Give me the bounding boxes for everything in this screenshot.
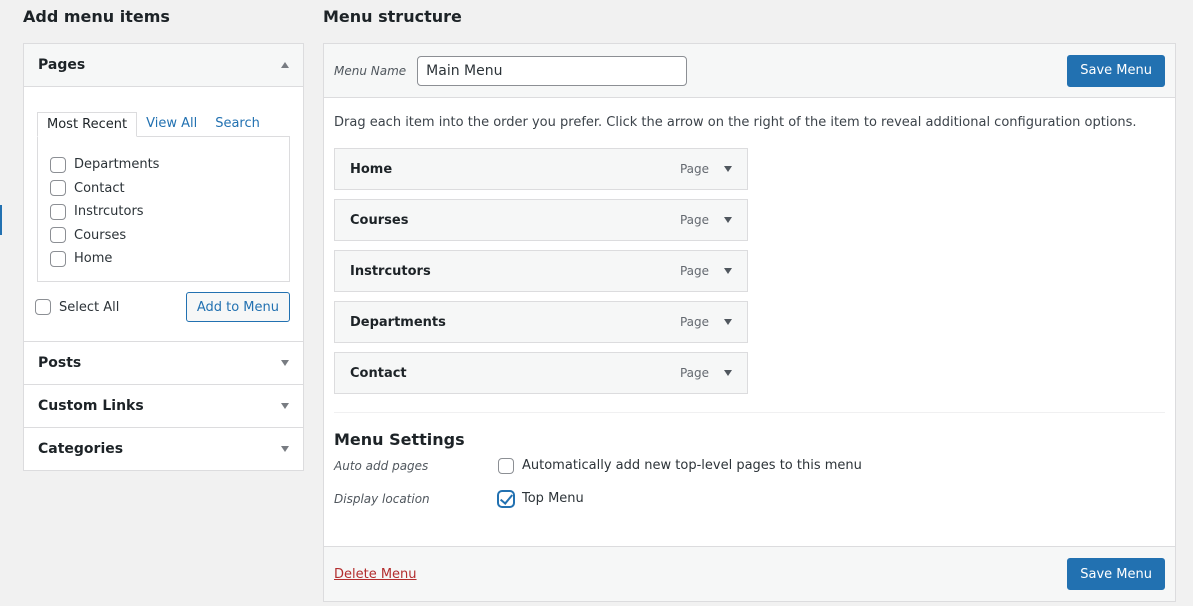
posts-section: Posts: [24, 342, 303, 385]
settings-divider: [334, 412, 1165, 413]
add-to-menu-button[interactable]: Add to Menu: [185, 292, 290, 322]
auto-add-text: Automatically add new top-level pages to…: [522, 458, 862, 473]
menu-item-controls: Page: [680, 264, 732, 278]
display-location-label: Display location: [334, 491, 430, 506]
menu-edit-box: Menu Name Save Menu Drag each item into …: [323, 43, 1176, 602]
menu-item-instructors[interactable]: Instrcutors Page: [334, 250, 748, 292]
custom-links-section-header[interactable]: Custom Links: [24, 385, 303, 427]
expand-arrow-icon[interactable]: [724, 166, 732, 172]
menu-footer: Delete Menu Save Menu: [324, 546, 1175, 601]
menu-settings-title: Menu Settings: [334, 430, 465, 449]
menu-item-controls: Page: [680, 162, 732, 176]
expand-arrow-icon[interactable]: [281, 360, 289, 366]
auto-add-label: Auto add pages: [334, 458, 429, 473]
add-menu-items-title: Add menu items: [23, 7, 170, 26]
menu-item-title: Courses: [350, 212, 409, 228]
page-option-departments[interactable]: Departments: [50, 153, 277, 177]
expand-arrow-icon[interactable]: [281, 446, 289, 452]
menu-name-label: Menu Name: [334, 63, 407, 78]
categories-section-header[interactable]: Categories: [24, 428, 303, 470]
menu-items-list: Home Page Courses Page Instrcutors Page …: [334, 148, 1165, 394]
page-option-label: Departments: [74, 157, 160, 173]
menu-item-type: Page: [679, 213, 709, 227]
tab-view-all[interactable]: View All: [137, 112, 206, 137]
menu-name-input[interactable]: [417, 55, 688, 86]
pages-section-body: Most Recent View All Search Departments …: [24, 87, 303, 341]
menu-item-title: Departments: [350, 314, 446, 330]
page-checkbox[interactable]: [50, 180, 66, 197]
menu-item-controls: Page: [680, 315, 732, 329]
tab-most-recent[interactable]: Most Recent: [37, 112, 138, 137]
page-option-label: Instrcutors: [74, 204, 144, 220]
menu-item-type: Page: [679, 264, 709, 278]
save-menu-button-top[interactable]: Save Menu: [1067, 54, 1165, 87]
custom-links-section: Custom Links: [24, 385, 303, 428]
select-all[interactable]: Select All: [35, 299, 119, 315]
page-option-label: Contact: [74, 180, 125, 196]
save-menu-button-bottom[interactable]: Save Menu: [1067, 558, 1165, 590]
page-checkbox[interactable]: [50, 227, 66, 244]
menu-item-controls: Page: [680, 366, 732, 380]
menu-item-departments[interactable]: Departments Page: [334, 301, 748, 343]
menu-item-courses[interactable]: Courses Page: [334, 199, 748, 241]
menu-item-home[interactable]: Home Page: [334, 148, 748, 190]
pages-tabs: Most Recent View All Search: [37, 112, 290, 137]
delete-menu-link[interactable]: Delete Menu: [334, 567, 417, 582]
admin-sidebar-edge: [0, 205, 2, 235]
page-option-instructors[interactable]: Instrcutors: [50, 200, 277, 224]
menu-item-contact[interactable]: Contact Page: [334, 352, 748, 394]
categories-section-label: Categories: [38, 441, 124, 457]
pages-actions: Select All Add to Menu: [35, 292, 290, 322]
drag-instructions: Drag each item into the order you prefer…: [334, 115, 1137, 130]
posts-section-label: Posts: [38, 355, 82, 371]
tab-search[interactable]: Search: [206, 112, 269, 137]
page-checkbox[interactable]: [50, 250, 66, 267]
menu-item-type: Page: [679, 315, 709, 329]
posts-section-header[interactable]: Posts: [24, 342, 303, 384]
collapse-arrow-icon[interactable]: [281, 62, 289, 68]
page-option-label: Home: [74, 251, 113, 267]
select-all-checkbox[interactable]: [35, 299, 51, 315]
menu-item-title: Instrcutors: [350, 263, 431, 279]
menu-item-title: Home: [350, 161, 393, 177]
top-menu-option[interactable]: Top Menu: [498, 490, 584, 507]
expand-arrow-icon[interactable]: [724, 268, 732, 274]
categories-section: Categories: [24, 428, 303, 470]
page-option-label: Courses: [74, 227, 127, 243]
page-option-courses[interactable]: Courses: [50, 224, 277, 248]
page-checkbox[interactable]: [50, 203, 66, 220]
auto-add-checkbox[interactable]: [498, 457, 514, 474]
select-all-label: Select All: [59, 299, 120, 315]
menu-item-controls: Page: [680, 213, 732, 227]
page-option-contact[interactable]: Contact: [50, 177, 277, 201]
auto-add-setting: Auto add pages Automatically add new top…: [334, 449, 1165, 482]
page-option-home[interactable]: Home: [50, 247, 277, 271]
menu-body: Drag each item into the order you prefer…: [324, 115, 1175, 515]
menu-items-accordion: Pages Most Recent View All Search Depart…: [23, 43, 304, 471]
pages-list-panel: Departments Contact Instrcutors Courses: [37, 136, 290, 282]
pages-section: Pages Most Recent View All Search Depart…: [24, 44, 303, 342]
menu-header: Menu Name Save Menu: [324, 44, 1175, 98]
custom-links-section-label: Custom Links: [38, 398, 144, 414]
expand-arrow-icon[interactable]: [281, 403, 289, 409]
expand-arrow-icon[interactable]: [724, 319, 732, 325]
menu-item-title: Contact: [350, 365, 407, 381]
pages-section-label: Pages: [38, 57, 86, 73]
display-location-setting: Display location Top Menu: [334, 482, 1165, 515]
expand-arrow-icon[interactable]: [724, 370, 732, 376]
menu-item-type: Page: [679, 366, 709, 380]
expand-arrow-icon[interactable]: [724, 217, 732, 223]
pages-section-header[interactable]: Pages: [24, 44, 303, 87]
top-menu-text: Top Menu: [522, 491, 584, 506]
menu-structure-title: Menu structure: [323, 7, 462, 26]
menu-item-type: Page: [679, 162, 709, 176]
auto-add-option[interactable]: Automatically add new top-level pages to…: [498, 457, 862, 474]
top-menu-checkbox[interactable]: [498, 490, 514, 507]
page-checkbox[interactable]: [50, 156, 66, 173]
